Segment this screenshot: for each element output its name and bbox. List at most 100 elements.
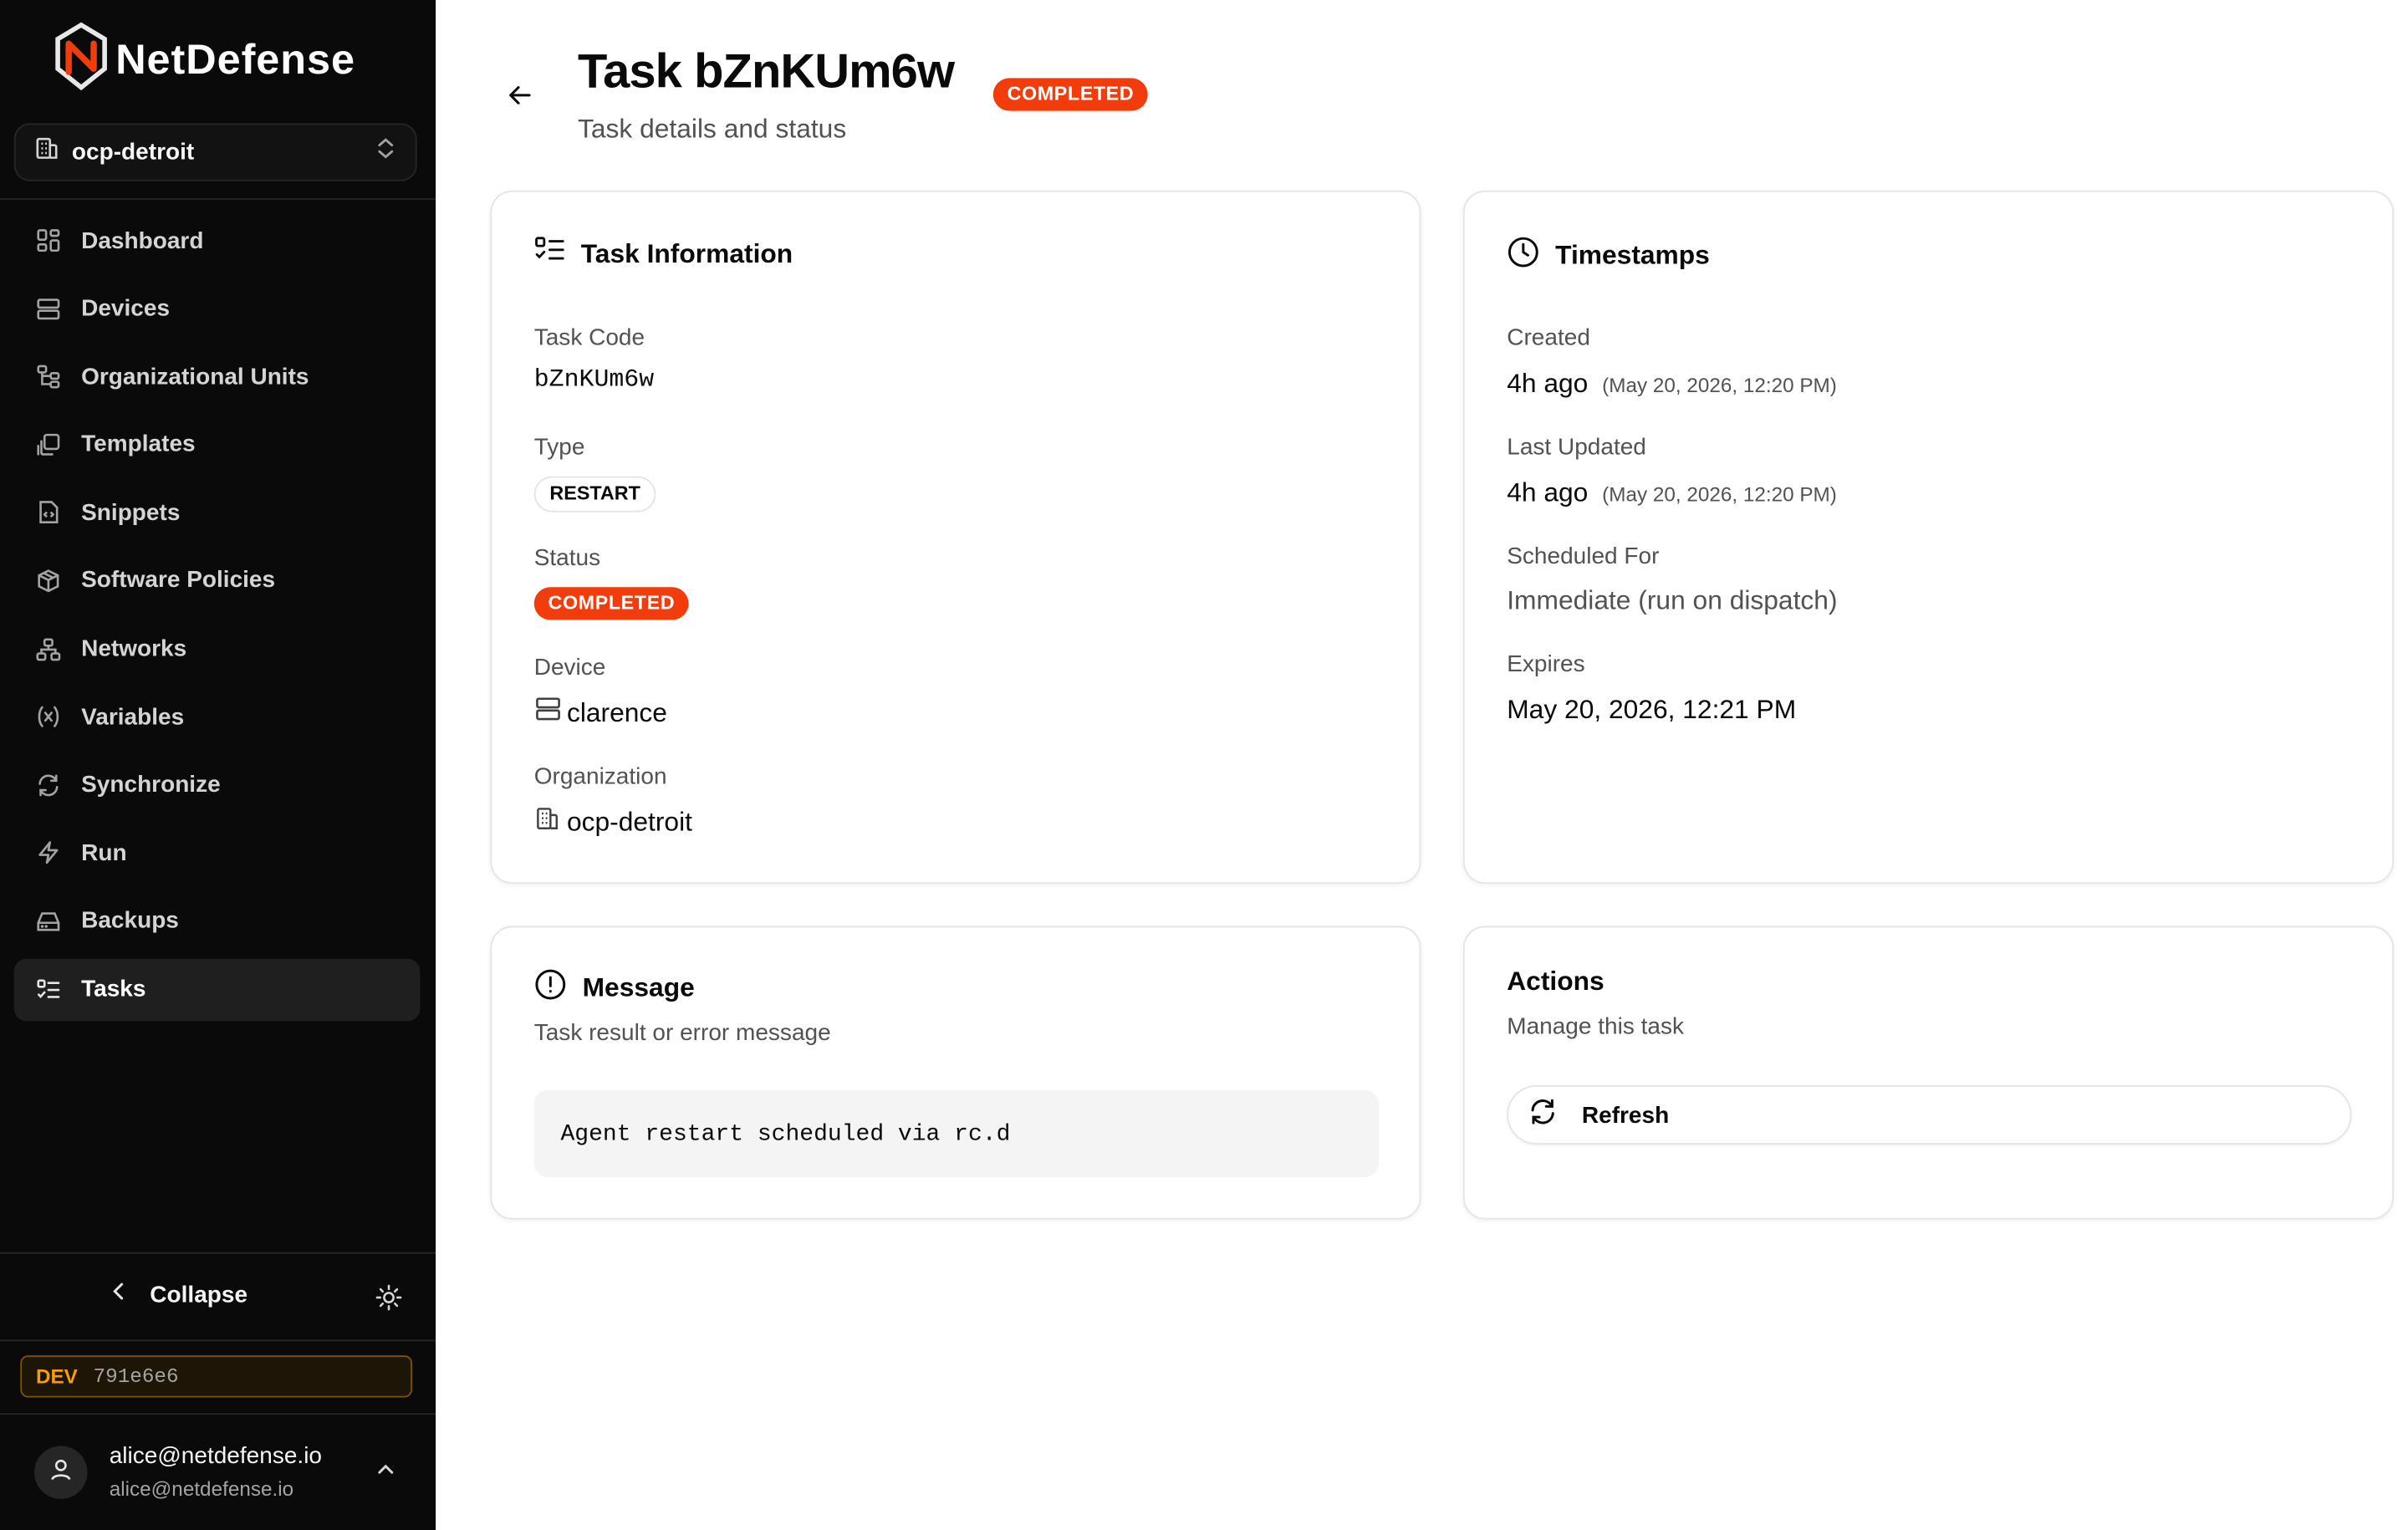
collapse-label: Collapse bbox=[150, 1281, 248, 1308]
list-checks-icon bbox=[534, 236, 565, 272]
chevron-up-icon bbox=[375, 1458, 396, 1487]
building-icon bbox=[34, 135, 59, 168]
server-icon bbox=[34, 294, 63, 323]
org-selector-label: ocp-detroit bbox=[71, 139, 195, 166]
list-checks-icon bbox=[34, 975, 63, 1003]
brand-name: NetDefense bbox=[115, 35, 355, 83]
type-label: Type bbox=[533, 434, 585, 461]
card-title: Actions bbox=[1507, 966, 1604, 997]
sidebar-item-label: Software Policies bbox=[81, 567, 276, 594]
sidebar-item-organizational-units[interactable]: Organizational Units bbox=[14, 345, 421, 408]
theme-toggle-sun-icon[interactable] bbox=[375, 1283, 403, 1319]
card-header: Task Information bbox=[534, 236, 793, 272]
expires-label: Expires bbox=[1507, 650, 1585, 678]
user-email: alice@netdefense.io bbox=[109, 1476, 294, 1501]
sidebar-divider bbox=[0, 1252, 436, 1254]
sidebar-divider bbox=[0, 1339, 436, 1342]
sidebar-item-label: Snippets bbox=[81, 499, 181, 527]
sidebar-item-label: Networks bbox=[81, 635, 187, 662]
sidebar-item-networks[interactable]: Networks bbox=[14, 618, 421, 681]
sidebar-divider bbox=[0, 1413, 436, 1415]
building-icon bbox=[534, 804, 563, 840]
clock-icon bbox=[1507, 236, 1539, 277]
user-icon bbox=[48, 1456, 74, 1489]
sidebar-item-tasks[interactable]: Tasks bbox=[13, 957, 421, 1021]
sidebar-item-label: Devices bbox=[81, 295, 171, 322]
card-title: Message bbox=[582, 972, 695, 1002]
scheduled-for-label: Scheduled For bbox=[1507, 543, 1660, 570]
organization-link[interactable]: ocp-detroit bbox=[534, 804, 692, 840]
user-name: alice@netdefense.io bbox=[109, 1442, 323, 1470]
sidebar-footer-controls: Collapse bbox=[0, 1267, 436, 1327]
device-link[interactable]: clarence bbox=[534, 695, 667, 731]
bolt-icon bbox=[34, 839, 63, 868]
message-card: Message Task result or error message Age… bbox=[490, 926, 1421, 1220]
device-name: clarence bbox=[566, 696, 667, 727]
org-tree-icon bbox=[34, 363, 63, 391]
templates-icon bbox=[34, 431, 63, 459]
type-chip: RESTART bbox=[533, 476, 656, 512]
shield-logo-icon bbox=[53, 22, 109, 99]
sidebar-item-snippets[interactable]: Snippets bbox=[14, 482, 421, 544]
updated-absolute: (May 20, 2026, 12:20 PM) bbox=[1602, 482, 1837, 507]
alert-circle-icon bbox=[534, 968, 567, 1009]
status-label: Status bbox=[533, 544, 601, 572]
dashboard-icon bbox=[34, 227, 63, 255]
refresh-button[interactable]: Refresh bbox=[1507, 1084, 2352, 1145]
environment-badge: DEV 791e6e6 bbox=[20, 1355, 413, 1398]
sidebar-item-templates[interactable]: Templates bbox=[14, 414, 421, 477]
task-code-value: bZnKUm6w bbox=[533, 365, 655, 394]
variable-icon bbox=[34, 703, 63, 732]
expires-value: May 20, 2026, 12:21 PM bbox=[1507, 695, 1797, 725]
card-subtitle: Manage this task bbox=[1507, 1013, 1685, 1040]
sidebar-item-software-policies[interactable]: Software Policies bbox=[14, 549, 421, 612]
back-arrow-icon[interactable] bbox=[503, 81, 537, 110]
task-information-card: Task Information Task Code bZnKUm6w Type… bbox=[490, 190, 1421, 885]
created-absolute: (May 20, 2026, 12:20 PM) bbox=[1602, 373, 1837, 397]
refresh-icon bbox=[34, 771, 63, 799]
sidebar-nav: Dashboard Devices Organizational Units T… bbox=[13, 209, 421, 1026]
sidebar-item-label: Templates bbox=[81, 431, 196, 458]
server-icon bbox=[534, 695, 563, 731]
commit-hash: 791e6e6 bbox=[93, 1364, 179, 1389]
page-subtitle: Task details and status bbox=[578, 114, 847, 144]
package-icon bbox=[34, 567, 63, 595]
timestamps-card: Timestamps Created 4h ago (May 20, 2026,… bbox=[1462, 190, 2395, 885]
sidebar-item-label: Run bbox=[81, 839, 127, 867]
created-value: 4h ago (May 20, 2026, 12:20 PM) bbox=[1507, 369, 1837, 400]
refresh-icon bbox=[1528, 1098, 1557, 1132]
sidebar-item-dashboard[interactable]: Dashboard bbox=[14, 209, 421, 272]
brand-logo[interactable]: NetDefense bbox=[53, 22, 355, 99]
last-updated-label: Last Updated bbox=[1507, 434, 1646, 461]
sidebar-item-label: Dashboard bbox=[81, 227, 204, 254]
sidebar-item-synchronize[interactable]: Synchronize bbox=[14, 754, 421, 817]
message-body: Agent restart scheduled via rc.d bbox=[533, 1089, 1380, 1178]
sidebar-divider bbox=[0, 198, 436, 201]
sidebar-item-label: Synchronize bbox=[81, 772, 221, 798]
task-code-label: Task Code bbox=[533, 324, 645, 352]
last-updated-value: 4h ago (May 20, 2026, 12:20 PM) bbox=[1507, 477, 1837, 508]
user-menu[interactable]: alice@netdefense.io alice@netdefense.io bbox=[34, 1436, 425, 1514]
organization-name: ocp-detroit bbox=[566, 806, 692, 837]
sidebar-item-devices[interactable]: Devices bbox=[14, 278, 421, 340]
sidebar-item-label: Organizational Units bbox=[81, 363, 309, 390]
card-subtitle: Task result or error message bbox=[533, 1019, 831, 1047]
created-label: Created bbox=[1507, 324, 1590, 352]
status-value: COMPLETED bbox=[533, 587, 689, 620]
refresh-label: Refresh bbox=[1581, 1101, 1670, 1129]
sidebar-item-variables[interactable]: Variables bbox=[14, 686, 421, 748]
sidebar-item-label: Variables bbox=[81, 703, 185, 731]
collapse-button[interactable]: Collapse bbox=[110, 1280, 247, 1308]
status-badge: COMPLETED bbox=[992, 78, 1149, 110]
org-selector[interactable]: ocp-detroit bbox=[13, 123, 417, 181]
created-relative: 4h ago bbox=[1507, 368, 1589, 399]
type-value: RESTART bbox=[533, 476, 656, 512]
file-code-icon bbox=[34, 498, 63, 527]
hard-drive-icon bbox=[34, 907, 63, 936]
environment-label: DEV bbox=[35, 1364, 78, 1389]
chevron-left-icon bbox=[110, 1280, 128, 1308]
chevrons-up-down-icon bbox=[375, 135, 396, 168]
sidebar-item-run[interactable]: Run bbox=[14, 822, 421, 885]
sidebar-item-backups[interactable]: Backups bbox=[14, 890, 421, 952]
app-root: NetDefense ocp-detroit Dashboard Devices… bbox=[0, 0, 2408, 1530]
